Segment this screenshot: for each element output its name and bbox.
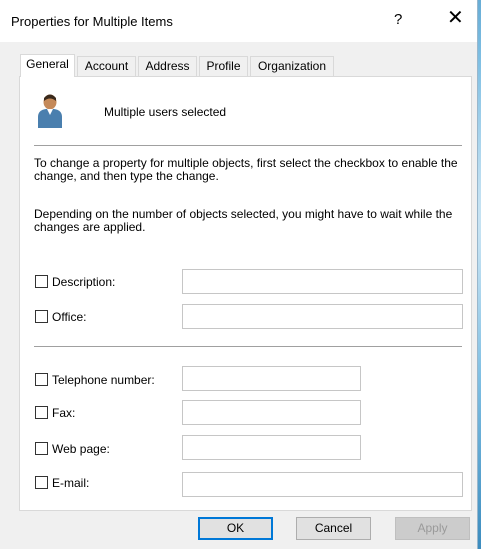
web-page-label: Web page: xyxy=(52,442,110,456)
description-field[interactable] xyxy=(182,269,463,294)
tab-general[interactable]: General xyxy=(20,54,75,77)
wait-notice-text: Depending on the number of objects selec… xyxy=(34,207,453,234)
window-title: Properties for Multiple Items xyxy=(11,14,173,29)
fax-field[interactable] xyxy=(182,400,361,425)
email-checkbox[interactable] xyxy=(35,476,48,489)
description-label: Description: xyxy=(52,275,116,289)
apply-button[interactable]: Apply xyxy=(395,517,470,540)
web-page-checkbox[interactable] xyxy=(35,442,48,455)
selection-label: Multiple users selected xyxy=(104,105,227,119)
telephone-checkbox[interactable] xyxy=(35,373,48,386)
ok-button[interactable]: OK xyxy=(198,517,273,540)
user-icon xyxy=(38,94,62,128)
close-button[interactable]: ✕ xyxy=(447,8,464,28)
fax-checkbox[interactable] xyxy=(35,406,48,419)
divider-top xyxy=(34,145,462,146)
email-field[interactable] xyxy=(182,472,463,497)
telephone-label: Telephone number: xyxy=(52,373,155,387)
tab-profile[interactable]: Profile xyxy=(199,56,248,76)
tab-address[interactable]: Address xyxy=(138,56,197,76)
title-bar: Properties for Multiple Items ? ✕ xyxy=(0,0,477,42)
cancel-button[interactable]: Cancel xyxy=(296,517,371,540)
email-label: E-mail: xyxy=(52,476,90,490)
fax-label: Fax: xyxy=(52,406,76,420)
tab-account[interactable]: Account xyxy=(77,56,136,76)
general-tab-panel: Multiple users selected To change a prop… xyxy=(19,76,472,511)
office-label: Office: xyxy=(52,310,87,324)
properties-dialog: Properties for Multiple Items ? ✕ Genera… xyxy=(0,0,478,549)
office-checkbox[interactable] xyxy=(35,310,48,323)
divider-middle xyxy=(34,346,462,347)
tab-organization[interactable]: Organization xyxy=(250,56,334,76)
instructions-text: To change a property for multiple object… xyxy=(34,156,458,183)
description-checkbox[interactable] xyxy=(35,275,48,288)
help-button[interactable]: ? xyxy=(394,11,402,28)
web-page-field[interactable] xyxy=(182,435,361,460)
telephone-field[interactable] xyxy=(182,366,361,391)
office-field[interactable] xyxy=(182,304,463,329)
